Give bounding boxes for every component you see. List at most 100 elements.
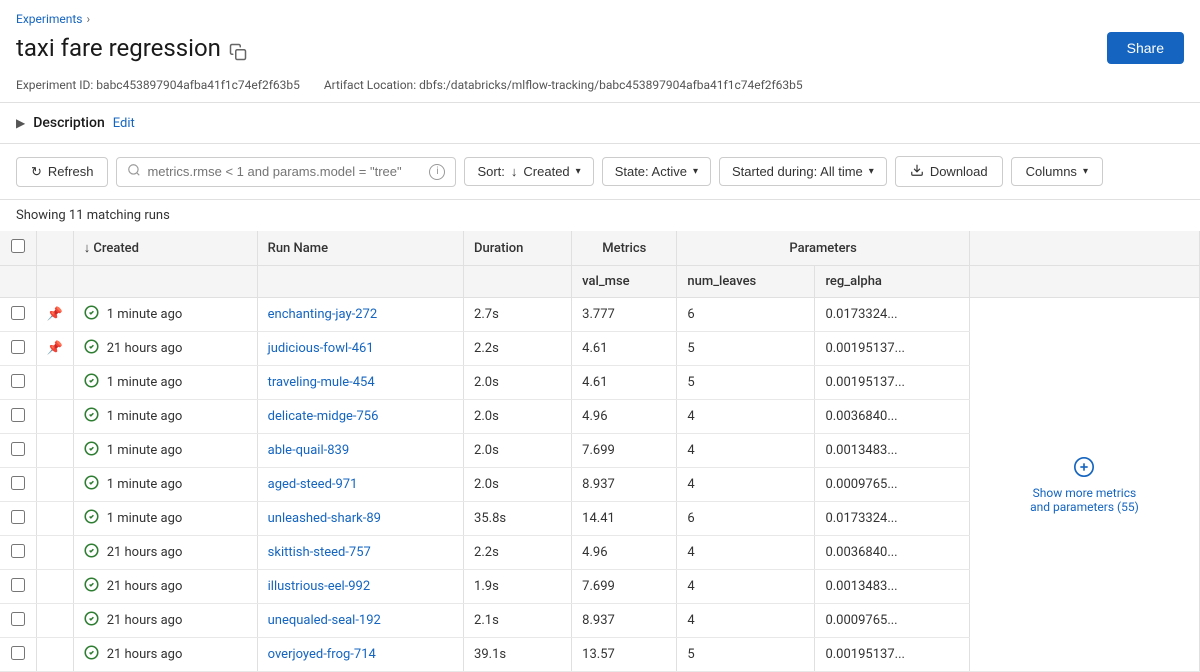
sort-button[interactable]: Sort: ↓ Created ▾	[464, 157, 593, 186]
created-cell: 21 hours ago	[73, 604, 257, 638]
val-mse-cell: 4.96	[572, 400, 677, 434]
description-label: Description	[33, 115, 105, 131]
title-row: taxi fare regression Share	[16, 32, 1184, 64]
num-leaves-cell: 5	[677, 366, 815, 400]
expand-description-icon[interactable]: ▶	[16, 116, 25, 130]
state-button[interactable]: State: Active ▾	[602, 157, 711, 186]
row-checkbox[interactable]	[11, 476, 25, 490]
created-cell: 1 minute ago	[73, 502, 257, 536]
row-checkbox[interactable]	[11, 408, 25, 422]
run-name-link[interactable]: delicate-midge-756	[268, 409, 379, 424]
download-icon	[910, 163, 924, 180]
started-chevron-icon: ▾	[869, 166, 874, 177]
num-leaves-cell: 4	[677, 536, 815, 570]
info-icon[interactable]: i	[429, 164, 445, 180]
created-cell: 1 minute ago	[73, 298, 257, 332]
row-checkbox[interactable]	[11, 340, 25, 354]
pin-icon[interactable]: 📌	[47, 307, 63, 322]
num-leaves-cell: 4	[677, 570, 815, 604]
val-mse-cell: 4.61	[572, 366, 677, 400]
pin-cell	[36, 536, 73, 570]
params-group-header: Parameters	[677, 231, 969, 266]
status-icon	[84, 373, 99, 392]
run-name-link[interactable]: enchanting-jay-272	[268, 307, 378, 322]
duration-cell: 2.0s	[464, 366, 572, 400]
empty-sub-pin	[36, 266, 73, 298]
run-name-cell: enchanting-jay-272	[257, 298, 463, 332]
download-button[interactable]: Download	[895, 156, 1003, 187]
columns-chevron-icon: ▾	[1083, 166, 1088, 177]
top-bar: Experiments › taxi fare regression Share…	[0, 0, 1200, 103]
copy-icon[interactable]	[229, 39, 247, 57]
num-leaves-sub-header: num_leaves	[677, 266, 815, 298]
status-icon	[84, 543, 99, 562]
search-box[interactable]: i	[116, 157, 456, 187]
run-name-link[interactable]: unequaled-seal-192	[268, 613, 381, 628]
num-leaves-cell: 4	[677, 400, 815, 434]
share-button[interactable]: Share	[1107, 32, 1184, 64]
edit-description-link[interactable]: Edit	[113, 116, 135, 131]
run-name-link[interactable]: aged-steed-971	[268, 477, 358, 492]
status-icon	[84, 441, 99, 460]
row-checkbox-cell	[0, 434, 36, 468]
run-name-link[interactable]: judicious-fowl-461	[268, 341, 374, 356]
row-checkbox[interactable]	[11, 306, 25, 320]
reg-alpha-cell: 0.00195137...	[815, 366, 969, 400]
pin-cell	[36, 434, 73, 468]
pin-cell	[36, 570, 73, 604]
reg-alpha-cell: 0.00195137...	[815, 332, 969, 366]
run-name-link[interactable]: traveling-mule-454	[268, 375, 375, 390]
show-more-plus-icon	[990, 456, 1179, 482]
row-checkbox[interactable]	[11, 612, 25, 626]
run-name-link[interactable]: illustrious-eel-992	[268, 579, 371, 594]
row-checkbox[interactable]	[11, 374, 25, 388]
columns-button[interactable]: Columns ▾	[1011, 157, 1103, 186]
experiments-link[interactable]: Experiments	[16, 12, 83, 26]
search-icon	[127, 163, 141, 181]
run-name-link[interactable]: unleashed-shark-89	[268, 511, 381, 526]
created-cell: 21 hours ago	[73, 570, 257, 604]
show-more-cell[interactable]: Show more metricsand parameters (55)	[969, 298, 1199, 672]
run-name-cell: overjoyed-frog-714	[257, 638, 463, 672]
refresh-icon: ↻	[31, 164, 42, 180]
description-section: ▶ Description Edit	[0, 103, 1200, 144]
select-all-checkbox[interactable]	[11, 239, 25, 253]
val-mse-cell: 7.699	[572, 434, 677, 468]
pin-cell	[36, 638, 73, 672]
row-checkbox[interactable]	[11, 544, 25, 558]
val-mse-cell: 4.96	[572, 536, 677, 570]
run-name-link[interactable]: able-quail-839	[268, 443, 349, 458]
status-icon	[84, 407, 99, 426]
pin-cell	[36, 604, 73, 638]
reg-alpha-cell: 0.0013483...	[815, 570, 969, 604]
refresh-button[interactable]: ↻ Refresh	[16, 157, 108, 187]
toolbar: ↻ Refresh i Sort: ↓ Created ▾ State: Act…	[0, 144, 1200, 200]
row-checkbox[interactable]	[11, 646, 25, 660]
pin-icon[interactable]: 📌	[47, 341, 63, 356]
created-time: 21 hours ago	[107, 579, 183, 594]
val-mse-cell: 13.57	[572, 638, 677, 672]
created-col-header[interactable]: ↓ Created	[73, 231, 257, 266]
created-time: 1 minute ago	[107, 443, 183, 458]
started-button[interactable]: Started during: All time ▾	[719, 157, 887, 186]
row-checkbox[interactable]	[11, 578, 25, 592]
reg-alpha-cell: 0.0009765...	[815, 604, 969, 638]
row-checkbox[interactable]	[11, 442, 25, 456]
duration-cell: 2.7s	[464, 298, 572, 332]
pin-cell: 📌	[36, 298, 73, 332]
val-mse-cell: 14.41	[572, 502, 677, 536]
run-name-link[interactable]: overjoyed-frog-714	[268, 647, 376, 662]
reg-alpha-cell: 0.0013483...	[815, 434, 969, 468]
reg-alpha-cell: 0.0009765...	[815, 468, 969, 502]
row-checkbox[interactable]	[11, 510, 25, 524]
run-name-link[interactable]: skittish-steed-757	[268, 545, 371, 560]
search-input[interactable]	[147, 164, 423, 179]
download-label: Download	[930, 164, 988, 179]
meta-row: Experiment ID: babc453897904afba41f1c74e…	[16, 72, 1184, 102]
select-all-header	[0, 231, 36, 266]
run-name-cell: unequaled-seal-192	[257, 604, 463, 638]
empty-sub-duration	[464, 266, 572, 298]
created-time: 21 hours ago	[107, 613, 183, 628]
created-time: 1 minute ago	[107, 409, 183, 424]
sort-field: Created	[523, 164, 569, 179]
